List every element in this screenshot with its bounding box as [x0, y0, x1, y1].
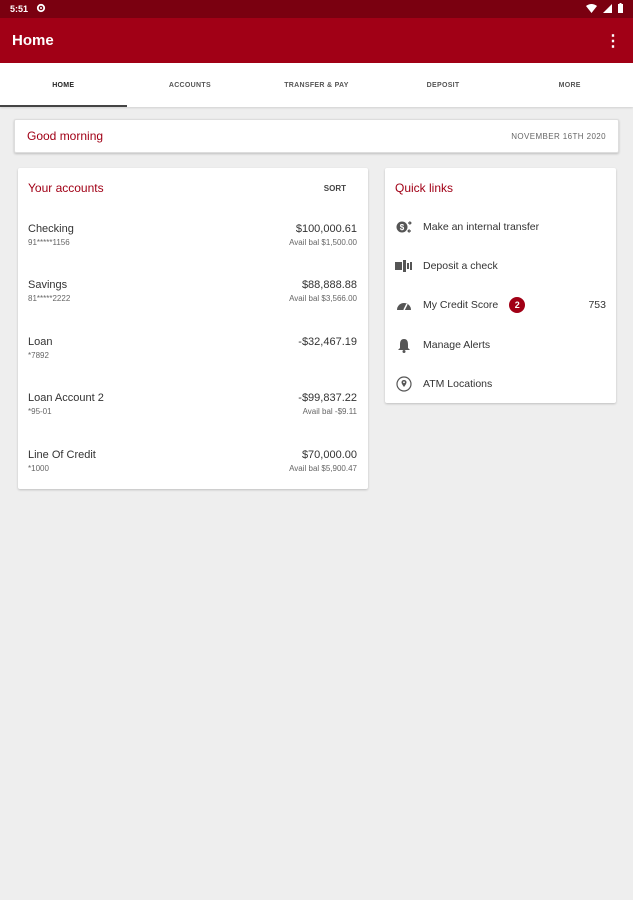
- account-balance: -$99,837.22: [298, 392, 357, 404]
- overflow-menu-icon[interactable]: ⋮: [605, 31, 621, 51]
- wifi-icon: [586, 3, 597, 15]
- tab-deposit[interactable]: DEPOSIT: [380, 63, 507, 107]
- account-row-loan[interactable]: Loan *7892 -$32,467.19: [28, 336, 357, 376]
- account-balance: -$32,467.19: [298, 336, 357, 348]
- account-number: 81*****2222: [28, 294, 71, 303]
- check-deposit-icon: [395, 258, 413, 274]
- tab-home[interactable]: HOME: [0, 63, 127, 107]
- quick-link-label: Manage Alerts: [423, 339, 491, 351]
- account-row-loan-account-2[interactable]: Loan Account 2 *95-01 -$99,837.22 Avail …: [28, 392, 357, 432]
- credit-score-value: 753: [588, 299, 606, 311]
- transfer-icon: $: [395, 219, 413, 235]
- account-row-savings[interactable]: Savings 81*****2222 $88,888.88 Avail bal…: [28, 279, 357, 319]
- svg-text:$: $: [400, 223, 405, 232]
- account-balance: $88,888.88: [301, 279, 357, 291]
- account-name: Line Of Credit: [28, 449, 96, 461]
- quick-link-credit-score[interactable]: My Credit Score 2 753: [395, 295, 606, 315]
- account-name: Loan: [28, 336, 53, 348]
- quick-link-label: ATM Locations: [423, 378, 493, 390]
- accounts-card: Your accounts SORT Checking 91*****1156 …: [18, 168, 368, 489]
- location-pin-icon: [395, 376, 413, 392]
- account-available-balance: Avail bal $3,566.00: [289, 294, 357, 303]
- account-row-checking[interactable]: Checking 91*****1156 $100,000.61 Avail b…: [28, 223, 357, 263]
- battery-icon: [618, 3, 623, 15]
- account-number: 91*****1156: [28, 238, 70, 247]
- page-title: Home: [12, 32, 54, 49]
- tab-more[interactable]: MORE: [506, 63, 633, 107]
- account-available-balance: Avail bal $5,900.47: [289, 464, 357, 473]
- account-available-balance: Avail bal -$9.11: [302, 407, 357, 416]
- bell-icon: [395, 337, 413, 353]
- account-number: *1000: [28, 464, 49, 473]
- status-time: 5:51: [10, 4, 29, 14]
- quick-link-manage-alerts[interactable]: Manage Alerts: [395, 335, 606, 355]
- status-bar: 5:51: [0, 0, 633, 18]
- account-name: Checking: [28, 223, 74, 235]
- tab-accounts[interactable]: ACCOUNTS: [127, 63, 254, 107]
- quick-links-title: Quick links: [395, 181, 454, 195]
- quick-link-atm-locations[interactable]: ATM Locations: [395, 374, 606, 394]
- quick-link-label: Deposit a check: [423, 260, 498, 272]
- account-available-balance: Avail bal $1,500.00: [289, 238, 357, 247]
- tab-bar: HOME ACCOUNTS TRANSFER & PAY DEPOSIT MOR…: [0, 63, 633, 107]
- gauge-icon: [395, 297, 413, 313]
- account-number: *7892: [28, 351, 49, 360]
- quick-link-label: My Credit Score: [423, 299, 499, 311]
- accounts-title: Your accounts: [28, 181, 104, 195]
- app-bar: Home ⋮: [0, 18, 633, 63]
- quick-link-internal-transfer[interactable]: $ Make an internal transfer: [395, 217, 606, 237]
- account-number: *95-01: [28, 407, 52, 416]
- accounts-header: Your accounts SORT: [18, 168, 368, 208]
- account-name: Loan Account 2: [28, 392, 104, 404]
- quick-link-deposit-check[interactable]: Deposit a check: [395, 256, 606, 276]
- account-balance: $70,000.00: [301, 449, 357, 461]
- account-balance: $100,000.61: [295, 223, 357, 235]
- greeting-text: Good morning: [27, 129, 104, 143]
- greeting-date: NOVEMBER 16TH 2020: [511, 131, 606, 141]
- tab-transfer-pay[interactable]: TRANSFER & PAY: [253, 63, 380, 107]
- quick-link-label: Make an internal transfer: [423, 221, 540, 233]
- settings-gear-icon: [36, 3, 46, 15]
- sort-button[interactable]: SORT: [324, 184, 346, 193]
- signal-icon: [603, 3, 612, 15]
- account-row-line-of-credit[interactable]: Line Of Credit *1000 $70,000.00 Avail ba…: [28, 449, 357, 489]
- account-name: Savings: [28, 279, 68, 291]
- notification-badge: 2: [509, 297, 526, 313]
- quick-links-card: Quick links $ Make an internal transfer …: [385, 168, 616, 403]
- greeting-card: Good morning NOVEMBER 16TH 2020: [14, 119, 619, 153]
